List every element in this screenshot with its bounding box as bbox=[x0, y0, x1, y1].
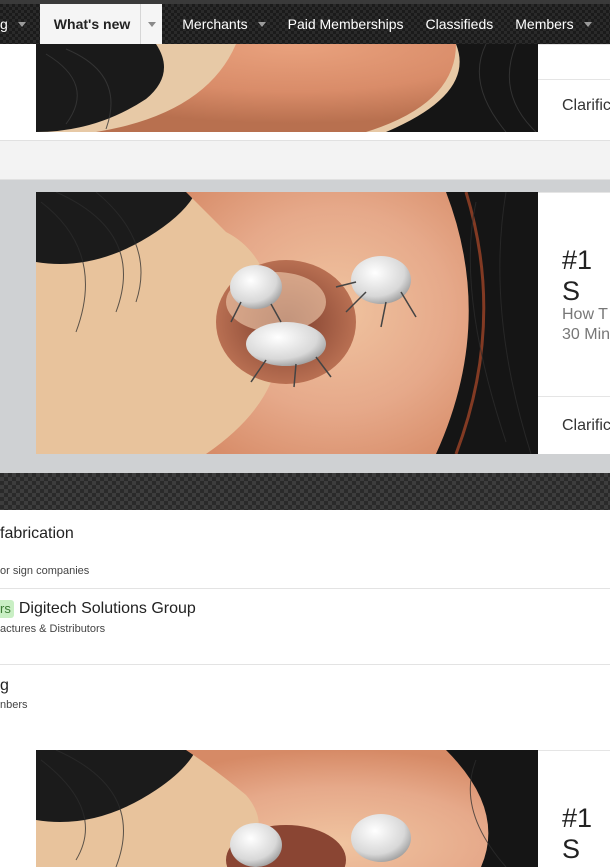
separator-band bbox=[0, 140, 610, 180]
ad-card[interactable]: Clarific bbox=[36, 44, 610, 132]
list-item-title[interactable]: fabrication bbox=[0, 525, 74, 543]
ad-footer: Clarific bbox=[538, 79, 610, 132]
list-item-title[interactable]: rs Digitech Solutions Group bbox=[0, 600, 196, 618]
nav-item-whats-new[interactable]: What's new bbox=[39, 4, 163, 44]
page: g What's new Merchants Paid Memberships … bbox=[0, 0, 610, 867]
chevron-down-icon[interactable] bbox=[583, 21, 592, 27]
nav-item-label: g bbox=[0, 16, 8, 32]
ad-headline[interactable]: #1 S bbox=[562, 803, 610, 865]
list-item-name[interactable]: Digitech Solutions Group bbox=[19, 600, 196, 617]
list-item[interactable]: g nbers bbox=[0, 665, 610, 725]
section-divider bbox=[0, 473, 610, 510]
ad-image[interactable] bbox=[36, 192, 538, 454]
nav-item-label: Members bbox=[515, 16, 574, 32]
ad-card[interactable]: #1 S bbox=[36, 750, 610, 867]
chevron-down-icon[interactable] bbox=[257, 21, 266, 27]
ad-source: Clarific bbox=[562, 97, 610, 114]
nav-item-label: Merchants bbox=[182, 16, 248, 32]
ad-text-panel: Clarific bbox=[538, 44, 610, 132]
main-nav: g What's new Merchants Paid Memberships … bbox=[0, 0, 610, 44]
ad-footer: Clarific bbox=[538, 396, 610, 454]
list-item-subtitle: actures & Distributors bbox=[0, 623, 106, 635]
ad-card[interactable]: #1 S How T 30 Min Clarific bbox=[36, 192, 610, 454]
list-item[interactable]: rs Digitech Solutions Group actures & Dis… bbox=[0, 589, 610, 665]
list-item-subtitle: nbers bbox=[0, 699, 28, 711]
nav-item-classifieds[interactable]: Classifieds bbox=[412, 4, 502, 44]
nav-item-partial[interactable]: g bbox=[0, 4, 34, 44]
ad-image[interactable] bbox=[36, 750, 538, 867]
ad-description: How T 30 Min bbox=[562, 306, 610, 343]
nav-item-members[interactable]: Members bbox=[501, 4, 599, 44]
ad-headline[interactable]: #1 S bbox=[562, 245, 610, 307]
list-item-subtitle: or sign companies bbox=[0, 565, 90, 577]
nav-item-label: What's new bbox=[53, 16, 131, 32]
nav-item-label: Paid Memberships bbox=[287, 16, 404, 32]
nav-item-paid-memberships[interactable]: Paid Memberships bbox=[274, 4, 412, 44]
ad-text-panel: #1 S bbox=[538, 750, 610, 867]
list-item[interactable]: fabrication or sign companies bbox=[0, 510, 610, 589]
ad-text-panel: #1 S How T 30 Min Clarific bbox=[538, 192, 610, 454]
ad-image[interactable] bbox=[36, 44, 538, 132]
chevron-down-icon[interactable] bbox=[17, 21, 26, 27]
list-item-title[interactable]: g bbox=[0, 677, 9, 695]
chevron-down-icon bbox=[147, 21, 156, 27]
ad-source: Clarific bbox=[562, 416, 610, 434]
nav-item-merchants[interactable]: Merchants bbox=[168, 4, 273, 44]
dropdown-toggle[interactable] bbox=[140, 4, 162, 44]
status-badge: rs bbox=[0, 600, 14, 618]
nav-item-label: Classifieds bbox=[425, 16, 494, 32]
